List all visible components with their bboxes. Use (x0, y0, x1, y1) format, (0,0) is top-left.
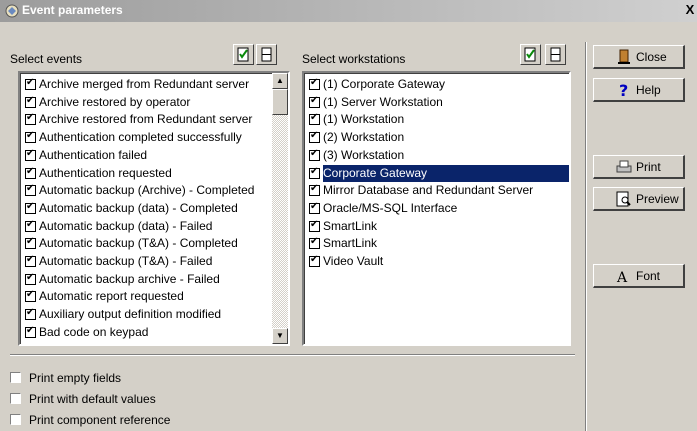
workstation-item-label: (2) Workstation (323, 130, 405, 145)
close-window-icon[interactable]: X (683, 3, 697, 17)
help-button[interactable]: ? Help (593, 78, 685, 102)
events-scrollbar[interactable]: ▲ ▼ (272, 73, 288, 344)
event-item-checkbox[interactable] (25, 288, 36, 303)
close-button-label: Close (636, 50, 667, 64)
workstations-select-all-button[interactable] (520, 44, 541, 65)
print-empty-fields-label: Print empty fields (29, 371, 122, 385)
events-select-all-button[interactable] (233, 44, 254, 65)
printer-icon (616, 160, 632, 173)
event-item-checkbox[interactable] (25, 324, 36, 338)
event-item-checkbox[interactable] (25, 94, 36, 108)
event-item-label: Automatic backup (T&A) - Failed (39, 254, 213, 268)
event-item-label: Authentication requested (39, 165, 172, 180)
workstations-clear-all-button[interactable] (545, 44, 566, 65)
print-button-label: Print (636, 160, 661, 174)
event-item-checkbox[interactable] (25, 165, 36, 179)
workstation-item-checkbox[interactable] (309, 253, 320, 267)
print-component-reference-checkbox[interactable] (10, 414, 21, 425)
workstation-item-label: (1) Workstation (323, 112, 405, 127)
question-mark-icon: ? (619, 82, 628, 98)
event-item-label: Archive restored by operator (39, 94, 191, 109)
workstation-item-label: Video Vault (323, 254, 384, 268)
title-bar[interactable]: Event parameters X (0, 0, 697, 22)
event-item-label: Bad code on keypad (39, 324, 149, 339)
check-all-icon (237, 47, 249, 62)
events-list[interactable]: ▲ ▼ Archive merged from Redundant server… (18, 71, 290, 346)
workstation-item-checkbox[interactable] (309, 129, 320, 144)
event-item-label: Auxiliary output definition modified (39, 307, 222, 322)
event-item-label: Automatic backup (data) - Failed (39, 218, 213, 233)
font-button[interactable]: A Font (593, 264, 685, 288)
event-item-label: Authentication failed (39, 147, 148, 162)
workstation-item-label: Oracle/MS-SQL Interface (323, 200, 458, 215)
event-item-label: Automatic backup archive - Failed (39, 271, 220, 286)
font-icon: A (616, 270, 628, 284)
uncheck-all-icon (261, 47, 272, 62)
event-item-label: Archive merged from Redundant server (39, 77, 250, 91)
scroll-up-icon[interactable]: ▲ (272, 73, 288, 89)
horizontal-divider (10, 354, 575, 356)
select-events-label: Select events (10, 52, 83, 66)
event-item-label: Automatic backup (Archive) - Completed (39, 183, 255, 198)
workstation-item-label: Corporate Gateway (323, 164, 569, 182)
event-item-checkbox[interactable] (25, 235, 36, 250)
event-item-label: Automatic backup (data) - Completed (39, 200, 238, 215)
workstation-item-checkbox[interactable] (309, 218, 320, 232)
event-item-checkbox[interactable] (25, 76, 36, 90)
svg-text:A: A (616, 270, 628, 284)
print-component-reference-label: Print component reference (29, 413, 171, 427)
font-button-label: Font (636, 269, 661, 283)
event-item-label: Authentication completed successfully (39, 130, 242, 145)
print-empty-fields-checkbox[interactable] (10, 372, 21, 383)
event-item-checkbox[interactable] (25, 271, 36, 285)
workstation-item-checkbox[interactable] (309, 182, 320, 197)
workstation-item-checkbox[interactable] (309, 165, 320, 179)
workstation-item-checkbox[interactable] (309, 147, 320, 161)
event-item-checkbox[interactable] (25, 182, 36, 197)
scroll-down-icon[interactable]: ▼ (272, 328, 288, 344)
close-button[interactable]: Close (593, 45, 685, 69)
workstation-item-label: SmartLink (323, 218, 378, 233)
event-item-checkbox[interactable] (25, 147, 36, 161)
event-item-checkbox[interactable] (25, 129, 36, 144)
event-item-checkbox[interactable] (25, 253, 36, 267)
help-button-label: Help (636, 83, 661, 97)
scroll-thumb[interactable] (272, 89, 288, 115)
workstation-item-checkbox[interactable] (309, 94, 320, 108)
event-item-label: Archive restored from Redundant server (39, 112, 253, 127)
workstation-item-checkbox[interactable] (309, 111, 320, 126)
workstation-item-label: SmartLink (323, 236, 378, 251)
svg-text:?: ? (619, 82, 628, 98)
workstation-item-label: (1) Server Workstation (323, 94, 443, 109)
events-clear-all-button[interactable] (256, 44, 277, 65)
uncheck-all-icon (550, 47, 561, 62)
workstation-item-checkbox[interactable] (309, 200, 320, 214)
event-item-checkbox[interactable] (25, 111, 36, 126)
preview-button[interactable]: Preview (593, 187, 685, 211)
vertical-divider (585, 42, 587, 431)
workstation-item-checkbox[interactable] (309, 76, 320, 90)
workstation-item-label: Mirror Database and Redundant Server (323, 183, 534, 198)
door-exit-icon (618, 49, 630, 64)
workstation-item-label: (1) Corporate Gateway (323, 77, 446, 91)
preview-magnifier-icon (616, 191, 631, 207)
workstation-item-checkbox[interactable] (309, 235, 320, 250)
event-item-checkbox[interactable] (25, 306, 36, 321)
print-button[interactable]: Print (593, 155, 685, 179)
select-workstations-label: Select workstations (302, 52, 406, 66)
app-icon (5, 4, 19, 18)
print-default-values-label: Print with default values (29, 392, 156, 406)
event-item-checkbox[interactable] (25, 200, 36, 214)
workstation-item-label: (3) Workstation (323, 147, 405, 162)
window-title: Event parameters (22, 3, 123, 17)
event-item-label: Automatic backup (T&A) - Completed (39, 236, 238, 251)
preview-button-label: Preview (636, 192, 679, 206)
workstations-list[interactable]: (1) Corporate Gateway (1) Server Workstat… (302, 71, 571, 346)
event-item-label: Automatic report requested (39, 289, 184, 304)
event-item-checkbox[interactable] (25, 218, 36, 232)
check-all-icon (524, 47, 536, 62)
print-default-values-checkbox[interactable] (10, 393, 21, 404)
